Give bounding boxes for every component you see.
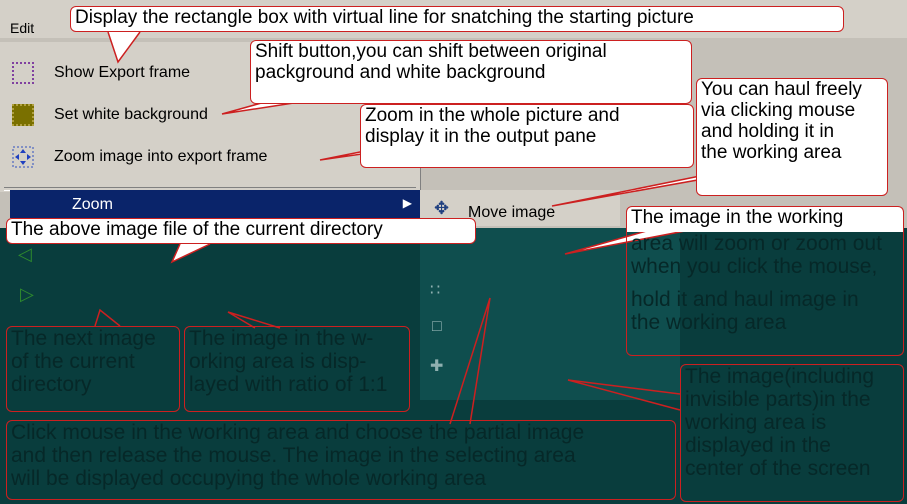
callout-ratio: The image in the w- orking area is disp-… bbox=[184, 326, 410, 412]
callout-haul: You can haul freely via clicking mouse a… bbox=[696, 78, 888, 196]
callout-partial: Click mouse in the working area and choo… bbox=[6, 420, 676, 500]
callout-zoom-click: area will zoom or zoom out when you clic… bbox=[626, 232, 904, 356]
callout-shift: Shift button,you can shift between origi… bbox=[250, 40, 692, 104]
callout-rectangle: Display the rectangle box with virtual l… bbox=[70, 6, 844, 32]
callout-zoom-click-title: The image in the working bbox=[626, 206, 904, 232]
callout-next-image: The next image of the current directory bbox=[6, 326, 180, 412]
callout-above-image: The above image file of the current dire… bbox=[6, 218, 476, 244]
callout-center: The image(including invisible parts)in t… bbox=[680, 364, 904, 502]
callout-zoom-whole: Zoom in the whole picture and display it… bbox=[360, 104, 694, 168]
